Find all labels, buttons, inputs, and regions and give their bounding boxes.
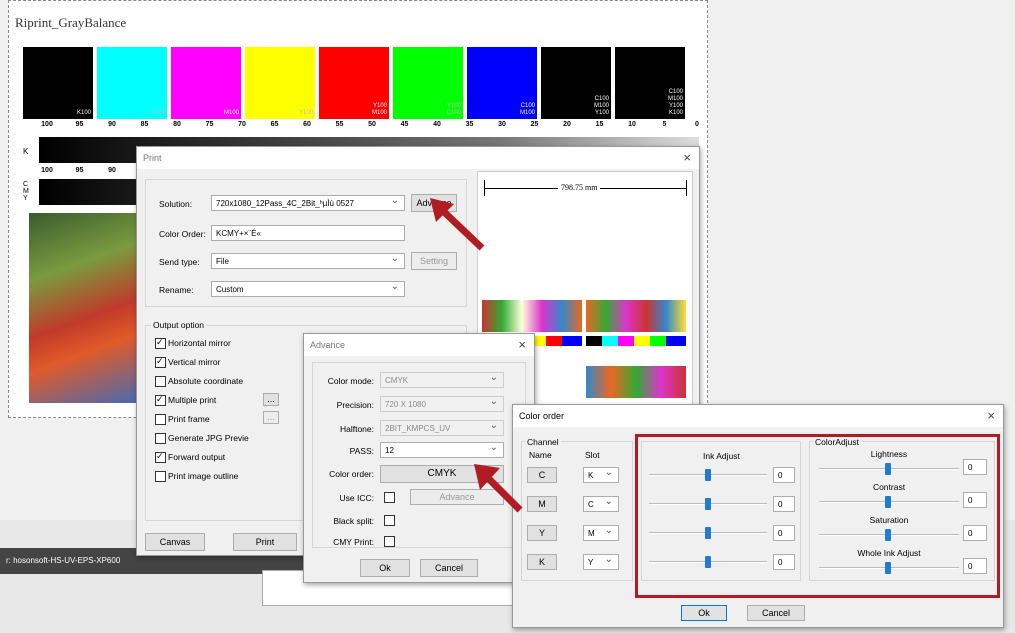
output-option-checkbox[interactable]: Print frame xyxy=(155,414,210,425)
ruler-tick-label: 0 xyxy=(695,121,699,128)
preview-thumb xyxy=(482,300,582,332)
ruler-tick-label: 50 xyxy=(368,121,376,128)
black-split-checkbox[interactable] xyxy=(384,515,395,526)
ruler-tick-label: 35 xyxy=(465,121,474,128)
slot-header: Slot xyxy=(585,450,600,460)
ruler-tick-label: 15 xyxy=(595,121,604,128)
ruler-tick-label: 45 xyxy=(400,121,409,128)
print-button[interactable]: Print xyxy=(233,533,297,551)
rename-select[interactable]: Custom xyxy=(211,281,405,297)
advance-ok-button[interactable]: Ok xyxy=(360,559,410,577)
output-option-checkbox[interactable]: Vertical mirror xyxy=(155,356,220,368)
color-order-label: Color order: xyxy=(329,469,374,479)
red-arrow-icon xyxy=(474,464,523,513)
ruler-tick-label: 90 xyxy=(108,121,116,128)
output-option-checkbox[interactable]: Generate JPG Previe xyxy=(155,433,249,444)
channel-name-button[interactable]: K xyxy=(527,554,557,570)
sample-photo xyxy=(29,213,137,403)
channel-name-button[interactable]: Y xyxy=(527,525,557,541)
color-swatch: Y100 C100 xyxy=(393,47,463,119)
preview-width-label: 798.75 mm xyxy=(558,183,601,192)
ruler-tick-label: 20 xyxy=(563,121,571,128)
ruler-tick-label: 100 xyxy=(41,167,53,174)
color-order-field[interactable]: KCMY+×¨É« xyxy=(211,225,405,241)
ruler-tick-label: 85 xyxy=(140,121,149,128)
ruler-tick-label: 60 xyxy=(303,121,311,128)
output-option-checkbox[interactable]: Horizontal mirror xyxy=(155,337,231,349)
multiple-print-ellipsis-button[interactable]: ... xyxy=(263,393,279,406)
channel-label: Channel xyxy=(525,437,561,447)
highlight-box xyxy=(635,434,1000,598)
preview-color-bar xyxy=(586,336,686,346)
ruler-tick-label: 80 xyxy=(173,121,181,128)
halftone-label: Halftone: xyxy=(339,424,374,434)
color-swatch: C100 M100 Y100 xyxy=(541,47,611,119)
ruler-tick-label: 75 xyxy=(205,121,214,128)
setting-button[interactable]: Setting xyxy=(411,252,457,270)
slot-select[interactable]: K xyxy=(583,467,619,483)
preview-thumb xyxy=(586,366,686,398)
ruler-tick-label: 25 xyxy=(530,121,539,128)
advance-dialog-title: Advance xyxy=(310,340,346,350)
send-type-select[interactable]: File xyxy=(211,253,405,269)
use-icc-label: Use ICC: xyxy=(339,493,374,503)
send-type-label: Send type: xyxy=(159,257,200,267)
slot-select[interactable]: Y xyxy=(583,554,619,570)
color-order-cancel-button[interactable]: Cancel xyxy=(747,605,805,621)
print-dialog-title: Print xyxy=(143,153,162,163)
close-icon[interactable]: × xyxy=(987,408,995,423)
canvas-title: Riprint_GrayBalance xyxy=(15,15,127,30)
precision-select[interactable]: 720 X 1080 xyxy=(380,396,504,412)
output-option-checkbox[interactable]: Absolute coordinate xyxy=(155,376,243,387)
black-split-label: Black split: xyxy=(333,516,374,526)
close-icon[interactable]: × xyxy=(683,150,691,165)
cmy-print-checkbox[interactable] xyxy=(384,536,395,547)
ruler-tick-label: 95 xyxy=(75,121,84,128)
halftone-select[interactable]: 2BIT_KMPCS_UV xyxy=(380,420,504,436)
ruler-tick-label: 70 xyxy=(238,121,246,128)
solution-select[interactable]: 720x1080_12Pass_4C_2Bit_ʰµÌù 0527 xyxy=(211,195,405,211)
color-swatch: C100 xyxy=(97,47,167,119)
output-option-checkbox[interactable]: Forward output xyxy=(155,451,225,463)
ruler-tick-label: 10 xyxy=(628,121,636,128)
color-swatch: Y100 xyxy=(245,47,315,119)
red-arrow-icon xyxy=(430,198,485,251)
use-icc-checkbox[interactable] xyxy=(384,492,395,503)
color-mode-select[interactable]: CMYK xyxy=(380,372,504,388)
slot-select[interactable]: M xyxy=(583,525,619,541)
color-swatch: M100 xyxy=(171,47,241,119)
ruler-tick-label: 65 xyxy=(270,121,279,128)
color-swatch: C100 M100 xyxy=(467,47,537,119)
ruler-tick-label: 5 xyxy=(662,121,667,128)
solution-label: Solution: xyxy=(159,199,193,209)
color-swatch: Y100 M100 xyxy=(319,47,389,119)
cmy-strip-label: CMY xyxy=(23,181,29,202)
ruler-tick-label: 40 xyxy=(433,121,441,128)
close-icon[interactable]: × xyxy=(518,337,526,352)
k-strip-label: K xyxy=(23,147,29,156)
cmy-print-label: CMY Print: xyxy=(333,537,374,547)
ruler-tick-label: 30 xyxy=(498,121,506,128)
output-option-checkbox[interactable]: Multiple print xyxy=(155,394,216,406)
output-option-label: Output option xyxy=(151,320,207,330)
slot-select[interactable]: C xyxy=(583,496,619,512)
preview-thumb xyxy=(586,300,686,332)
print-frame-ellipsis-button[interactable]: ... xyxy=(263,411,279,424)
canvas-button[interactable]: Canvas xyxy=(145,533,205,551)
ruler-tick-label: 95 xyxy=(75,167,84,174)
ruler-tick-label: 100 xyxy=(41,121,53,128)
color-swatch: K100 xyxy=(23,47,93,119)
ruler-tick-label: 55 xyxy=(335,121,344,128)
color-swatch: C100 M100 Y100 K100 xyxy=(615,47,685,119)
rename-label: Rename: xyxy=(159,285,194,295)
precision-label: Precision: xyxy=(336,400,374,410)
advance-cancel-button[interactable]: Cancel xyxy=(420,559,478,577)
ruler-tick-label: 90 xyxy=(108,167,116,174)
color-mode-label: Color mode: xyxy=(327,376,374,386)
color-order-label: Color Order: xyxy=(159,229,206,239)
color-order-ok-button[interactable]: Ok xyxy=(681,605,727,621)
pass-label: PASS: xyxy=(349,446,374,456)
output-option-checkbox[interactable]: Print image outline xyxy=(155,471,238,482)
color-order-dialog-title: Color order xyxy=(519,411,565,421)
